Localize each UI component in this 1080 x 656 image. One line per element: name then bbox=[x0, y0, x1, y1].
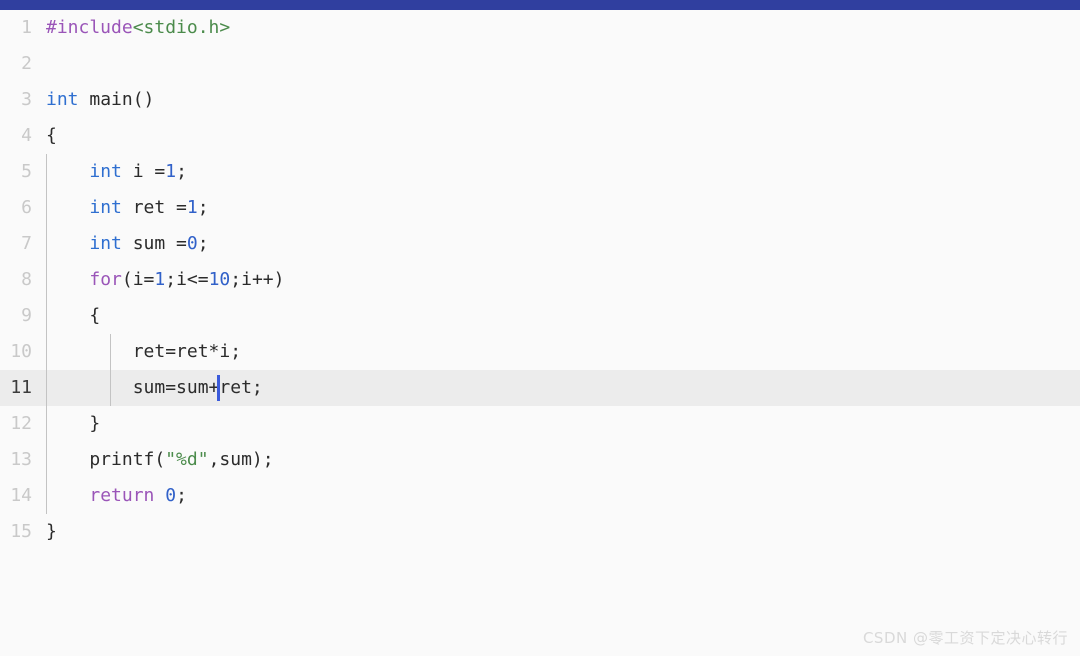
editor-line[interactable]: 8 for(i=1;i<=10;i++) bbox=[0, 262, 1080, 298]
code-token-kw: int bbox=[89, 233, 122, 254]
line-number: 7 bbox=[21, 233, 32, 254]
code-token-pl: printf( bbox=[46, 449, 166, 470]
code-token-str: <stdio.h> bbox=[132, 17, 231, 38]
code-token-pl: ; bbox=[197, 197, 209, 218]
code-token-pl: } bbox=[46, 413, 101, 434]
editor-line[interactable]: 3 int main() bbox=[0, 82, 1080, 118]
line-code[interactable]: int sum =0; bbox=[46, 226, 209, 262]
code-token-pl: sum=sum+ret; bbox=[46, 377, 263, 398]
editor-line[interactable]: 13 printf("%d",sum); bbox=[0, 442, 1080, 478]
line-code[interactable]: ret=ret*i; bbox=[46, 334, 241, 370]
code-token-ctl: #include bbox=[46, 17, 133, 38]
code-editor-window: 1 #include<stdio.h> 2 3 int main() 4{5 int i … bbox=[0, 0, 1080, 656]
csdn-watermark: CSDN @零工资下定决心转行 bbox=[862, 629, 1068, 647]
editor-line-list[interactable]: 1 #include<stdio.h> 2 3 int main() 4{5 int i … bbox=[0, 10, 1080, 550]
line-number: 3 bbox=[21, 89, 32, 110]
code-token-pl: ;i<= bbox=[165, 269, 209, 290]
code-token-pl: ;i++) bbox=[230, 269, 285, 290]
editor-line[interactable]: 11 sum=sum+ret; bbox=[0, 370, 1080, 406]
code-token-ctl: for bbox=[89, 269, 122, 290]
line-code[interactable]: { bbox=[46, 298, 100, 334]
editor-line[interactable]: 15} bbox=[0, 514, 1080, 550]
code-token-num: 1 bbox=[165, 161, 177, 182]
line-number: 4 bbox=[21, 125, 32, 146]
code-token-num: 10 bbox=[208, 269, 231, 290]
editor-line[interactable]: 9 { bbox=[0, 298, 1080, 334]
editor-line[interactable]: 14 return 0; bbox=[0, 478, 1080, 514]
window-titlebar bbox=[0, 0, 1080, 10]
line-code[interactable]: sum=sum+ret; bbox=[46, 370, 263, 406]
line-code[interactable]: return 0; bbox=[46, 478, 187, 514]
code-token-pl: { bbox=[46, 305, 101, 326]
line-number: 12 bbox=[10, 413, 32, 434]
line-number: 1 bbox=[21, 17, 32, 38]
line-number: 11 bbox=[10, 377, 32, 398]
code-token-pl: ret=ret*i; bbox=[46, 341, 242, 362]
line-number: 2 bbox=[21, 53, 32, 74]
editor-line[interactable]: 2 bbox=[0, 46, 1080, 82]
code-token-ctl: return bbox=[89, 485, 155, 506]
line-number: 13 bbox=[10, 449, 32, 470]
editor-line[interactable]: 10 ret=ret*i; bbox=[0, 334, 1080, 370]
code-token-kw: int bbox=[46, 89, 79, 110]
code-token-pl: } bbox=[46, 521, 57, 542]
line-code[interactable]: printf("%d",sum); bbox=[46, 442, 274, 478]
line-number: 5 bbox=[21, 161, 32, 182]
line-code[interactable]: int i =1; bbox=[46, 154, 187, 190]
code-token-pl: sum = bbox=[121, 233, 187, 254]
line-code[interactable]: int main() bbox=[46, 82, 154, 118]
editor-line[interactable]: 4{ bbox=[0, 118, 1080, 154]
code-token-num: 1 bbox=[154, 269, 166, 290]
code-token-pl: ; bbox=[197, 233, 209, 254]
code-token-pl: ; bbox=[176, 161, 187, 182]
code-token-kw: int bbox=[89, 197, 122, 218]
editor-line[interactable]: 6 int ret =1; bbox=[0, 190, 1080, 226]
line-code[interactable]: } bbox=[46, 406, 100, 442]
text-cursor bbox=[217, 375, 221, 401]
line-number: 9 bbox=[21, 305, 32, 326]
line-number: 8 bbox=[21, 269, 32, 290]
code-token-pl: (i= bbox=[121, 269, 155, 290]
line-number: 15 bbox=[10, 521, 32, 542]
code-token-num: 1 bbox=[186, 197, 198, 218]
line-code[interactable]: int ret =1; bbox=[46, 190, 209, 226]
line-code[interactable]: { bbox=[46, 118, 57, 154]
line-code[interactable]: } bbox=[46, 514, 57, 550]
indent-guide-outer bbox=[46, 154, 47, 514]
editor-line[interactable]: 1 #include<stdio.h> bbox=[0, 10, 1080, 46]
line-number: 10 bbox=[10, 341, 32, 362]
code-token-num: 0 bbox=[165, 485, 177, 506]
line-code[interactable]: #include<stdio.h> bbox=[46, 10, 230, 46]
indent-guide-inner bbox=[110, 334, 111, 406]
line-number: 14 bbox=[10, 485, 32, 506]
line-code[interactable]: for(i=1;i<=10;i++) bbox=[46, 262, 284, 298]
editor-surface[interactable]: 1 #include<stdio.h> 2 3 int main() 4{5 int i … bbox=[0, 10, 1080, 656]
code-token-pl: ret = bbox=[121, 197, 187, 218]
editor-line[interactable]: 12 } bbox=[0, 406, 1080, 442]
line-number: 6 bbox=[21, 197, 32, 218]
code-token-pl: { bbox=[46, 125, 57, 146]
editor-line[interactable]: 7 int sum =0; bbox=[0, 226, 1080, 262]
code-token-str: "%d" bbox=[165, 449, 209, 470]
code-token-pl: i = bbox=[121, 161, 166, 182]
editor-line[interactable]: 5 int i =1; bbox=[0, 154, 1080, 190]
code-token-kw: int bbox=[89, 161, 122, 182]
code-token-pl: ,sum); bbox=[208, 449, 274, 470]
code-token-num: 0 bbox=[186, 233, 198, 254]
code-token-pl: ; bbox=[176, 485, 187, 506]
code-token-pl: main() bbox=[78, 89, 155, 110]
